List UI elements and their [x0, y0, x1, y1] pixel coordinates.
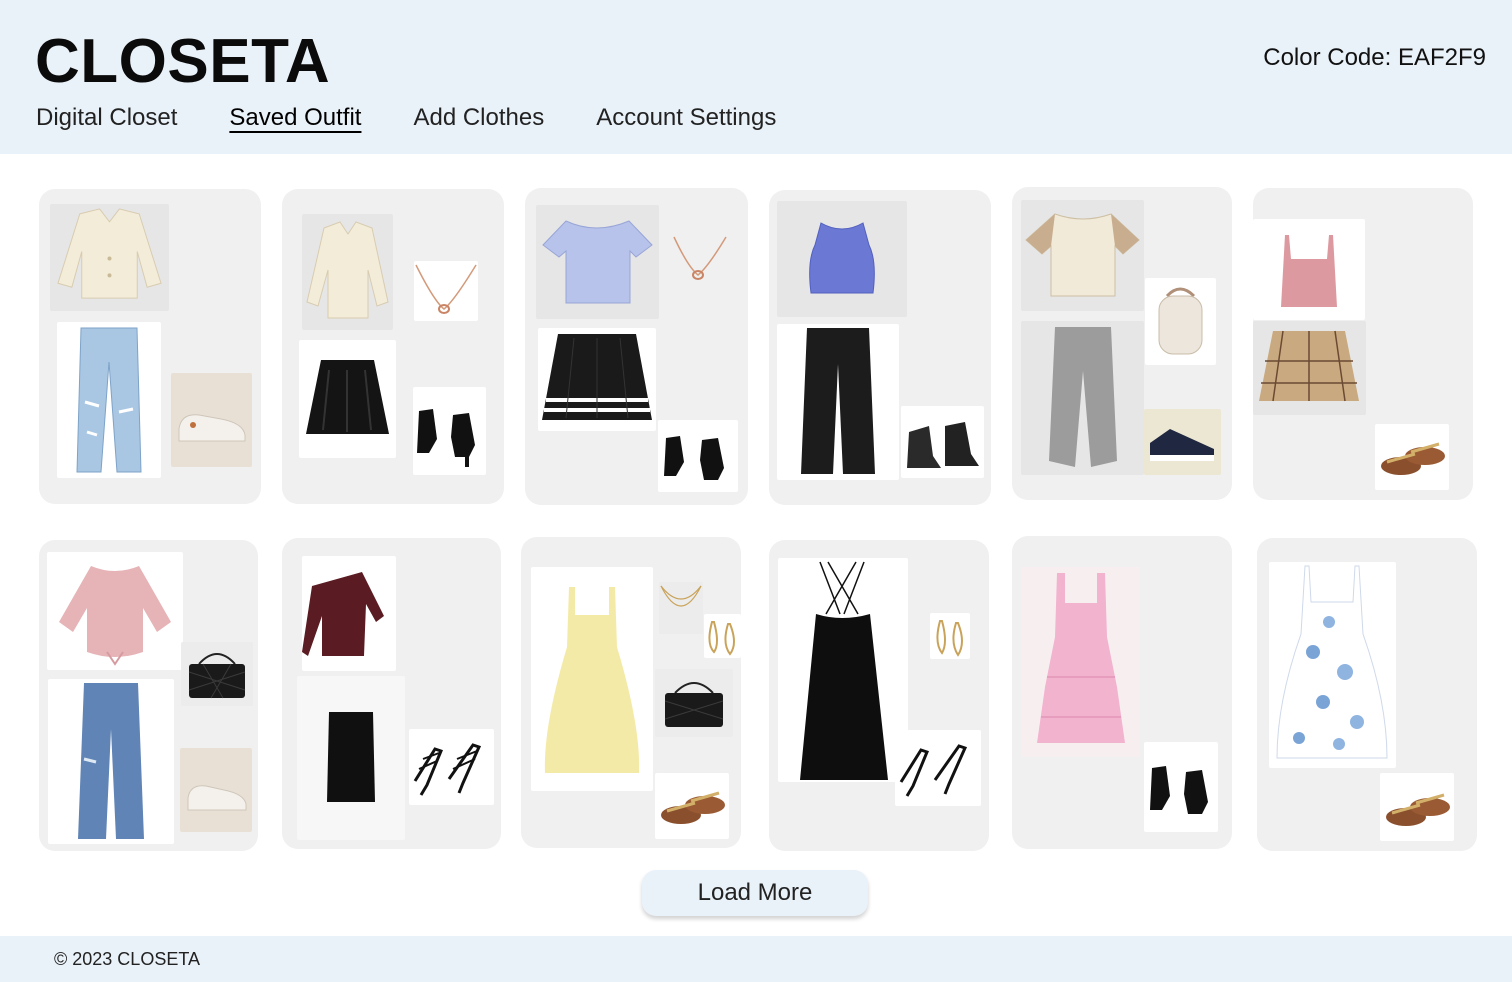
black-ankle-boots-image: [413, 387, 486, 475]
beige-raglan-tee-image: [1021, 200, 1144, 311]
gold-teardrop-earrings-image: [930, 613, 970, 659]
black-leather-skirt-image: [299, 340, 396, 458]
pink-tiered-dress-image: [1021, 567, 1140, 757]
nav-add-clothes[interactable]: Add Clothes: [413, 104, 544, 132]
page-footer: [0, 936, 1512, 982]
rose-gold-necklace-image: [414, 261, 478, 321]
black-ankle-boots-image: [658, 420, 738, 492]
color-code-label: Color Code: EAF2F9: [1263, 44, 1486, 71]
blue-knit-tank-image: [777, 201, 907, 317]
gold-strap-sandals-image: [1380, 773, 1454, 841]
app-logo[interactable]: CLOSETA: [35, 26, 330, 97]
layered-gold-necklace-image: [659, 582, 703, 634]
lavender-crop-top-image: [536, 205, 659, 319]
grey-sweatpants-image: [1021, 321, 1144, 475]
outfit-card[interactable]: [1253, 188, 1473, 500]
outfit-card[interactable]: [1257, 538, 1477, 851]
nav-digital-closet[interactable]: Digital Closet: [36, 104, 177, 132]
outfit-card[interactable]: [1012, 536, 1232, 849]
black-quilted-bag-image: [655, 669, 733, 737]
blue-floral-dress-image: [1269, 562, 1396, 768]
ripped-jeans-image: [57, 322, 161, 478]
yellow-sundress-image: [531, 567, 653, 791]
nav-saved-outfit[interactable]: Saved Outfit: [229, 104, 361, 132]
copyright-text: © 2023 CLOSETA: [54, 949, 200, 969]
outfit-card[interactable]: [282, 189, 504, 504]
black-pencil-skirt-image: [297, 676, 405, 840]
gold-teardrop-earrings-image: [704, 614, 741, 658]
black-pleated-skirt-image: [538, 328, 656, 431]
black-combat-boots-image: [901, 406, 984, 478]
cream-cardigan-image: [50, 204, 169, 311]
black-slip-dress-image: [778, 558, 908, 782]
load-more-button[interactable]: Load More: [642, 870, 868, 916]
plaid-mini-skort-image: [1253, 321, 1366, 415]
outfit-card[interactable]: [282, 538, 501, 849]
pink-tie-blouse-image: [47, 552, 183, 670]
black-strappy-heels-image: [895, 730, 981, 806]
outfit-card[interactable]: [1012, 187, 1232, 500]
rose-gold-necklace-image: [672, 233, 728, 285]
main-nav: Digital Closet Saved Outfit Add Clothes …: [36, 104, 828, 132]
white-sneakers-image: [171, 373, 252, 467]
white-sneakers-image: [180, 748, 252, 832]
outfit-card[interactable]: [525, 188, 748, 505]
flare-jeans-image: [48, 679, 174, 844]
burgundy-one-shoulder-top-image: [302, 556, 396, 671]
nav-account-settings[interactable]: Account Settings: [596, 104, 776, 132]
outfit-card[interactable]: [39, 540, 258, 851]
gold-strap-sandals-image: [655, 773, 729, 839]
outfit-card[interactable]: [39, 189, 261, 504]
outfit-card[interactable]: [521, 537, 741, 848]
cream-cardigan-image: [302, 214, 393, 330]
black-wide-jeans-image: [777, 324, 899, 480]
pink-crop-tank-image: [1253, 219, 1365, 320]
gold-strap-sandals-image: [1375, 424, 1449, 490]
outfit-card[interactable]: [769, 540, 989, 851]
black-ankle-boots-image: [1144, 742, 1218, 832]
black-quilted-bag-image: [181, 642, 253, 706]
cream-mini-backpack-image: [1145, 278, 1216, 365]
outfit-card[interactable]: [769, 190, 991, 505]
black-strappy-heels-image: [409, 729, 494, 805]
navy-converse-sneakers-image: [1144, 409, 1221, 475]
